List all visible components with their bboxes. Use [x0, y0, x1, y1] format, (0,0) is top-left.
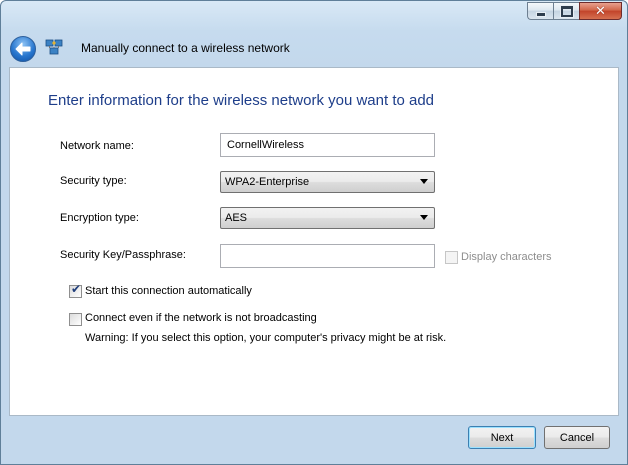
maximize-button[interactable] — [553, 2, 579, 20]
encryption-type-value: AES — [225, 212, 248, 224]
content-area: Enter information for the wireless netwo… — [9, 67, 619, 416]
checkmark-icon: ✔ — [71, 282, 82, 296]
connect-not-broadcasting-label: Connect even if the network is not broad… — [85, 312, 317, 324]
display-characters-checkbox[interactable] — [445, 251, 458, 264]
security-type-label: Security type: — [60, 175, 127, 187]
connect-not-broadcasting-checkbox[interactable] — [69, 313, 82, 326]
cancel-button[interactable]: Cancel — [544, 426, 610, 449]
display-characters-label: Display characters — [461, 251, 552, 263]
back-button[interactable] — [10, 36, 36, 62]
start-automatically-label: Start this connection automatically — [85, 285, 252, 297]
network-name-input[interactable]: CornellWireless — [220, 133, 435, 157]
security-type-dropdown[interactable]: WPA2-Enterprise — [220, 171, 435, 193]
close-button[interactable]: ✕ — [579, 2, 622, 20]
main-instruction: Enter information for the wireless netwo… — [48, 92, 435, 109]
minimize-icon — [535, 12, 546, 17]
security-key-input[interactable] — [220, 244, 435, 268]
chevron-down-icon — [420, 179, 428, 184]
caption-buttons: ✕ — [527, 2, 622, 20]
back-arrow-icon — [15, 42, 31, 56]
window-title: Manually connect to a wireless network — [81, 41, 290, 55]
chevron-down-icon — [420, 215, 428, 220]
next-button[interactable]: Next — [468, 426, 536, 449]
encryption-type-dropdown[interactable]: AES — [220, 207, 435, 229]
close-icon: ✕ — [595, 3, 606, 19]
start-automatically-checkbox[interactable]: ✔ — [69, 282, 82, 298]
wireless-network-icon — [45, 39, 63, 55]
security-key-label: Security Key/Passphrase: — [60, 249, 186, 261]
network-name-label: Network name: — [60, 140, 134, 152]
encryption-type-label: Encryption type: — [60, 212, 139, 224]
dialog-window: ✕ Manually connect to a wireless network… — [0, 0, 628, 465]
security-type-value: WPA2-Enterprise — [225, 176, 310, 188]
minimize-button[interactable] — [527, 2, 553, 20]
maximize-icon — [559, 4, 574, 18]
privacy-warning: Warning: If you select this option, your… — [85, 332, 447, 344]
